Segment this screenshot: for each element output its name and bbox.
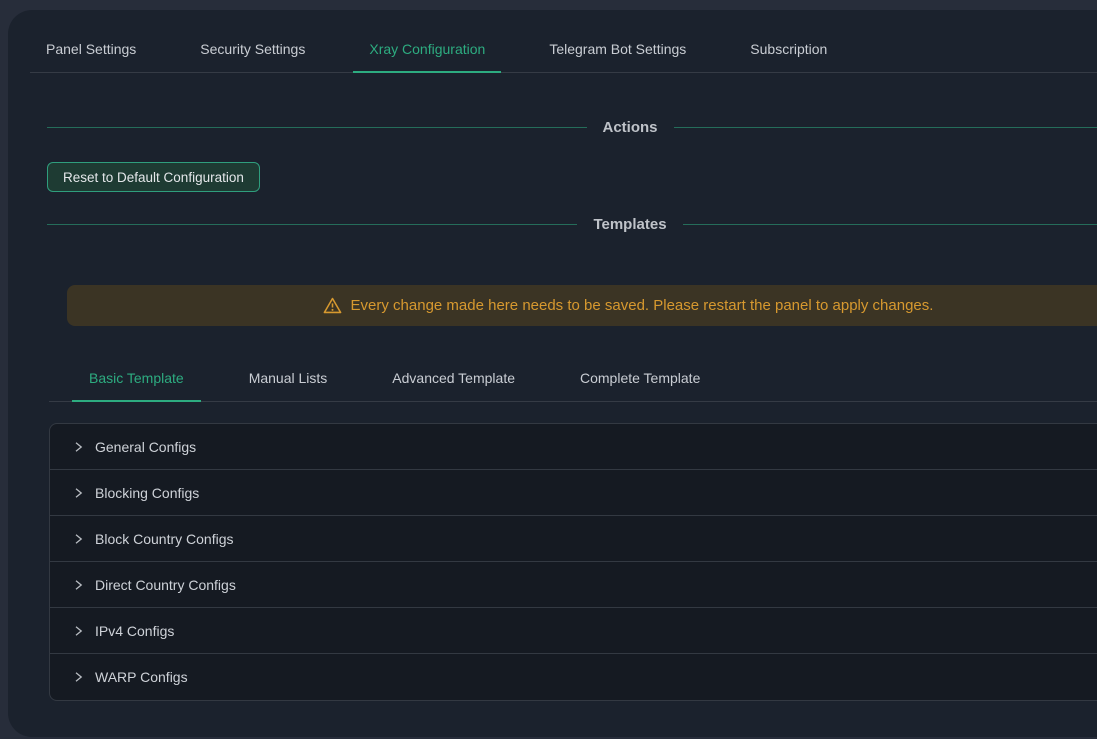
divider-line (47, 127, 587, 128)
chevron-right-icon (72, 671, 84, 683)
collapse-item-label: Blocking Configs (95, 485, 199, 501)
chevron-right-icon (72, 579, 84, 591)
collapse-item-block-country-configs[interactable]: Block Country Configs (50, 516, 1097, 562)
chevron-right-icon (72, 533, 84, 545)
tab-subscription[interactable]: Subscription (734, 10, 843, 72)
tab-security-settings[interactable]: Security Settings (184, 10, 321, 72)
warning-icon (323, 297, 342, 314)
templates-divider-title: Templates (593, 216, 666, 233)
warning-text: Every change made here needs to be saved… (351, 297, 934, 314)
tab-panel-settings[interactable]: Panel Settings (30, 10, 152, 72)
collapse-item-blocking-configs[interactable]: Blocking Configs (50, 470, 1097, 516)
collapse-item-direct-country-configs[interactable]: Direct Country Configs (50, 562, 1097, 608)
chevron-right-icon (72, 625, 84, 637)
tab-xray-configuration[interactable]: Xray Configuration (353, 10, 501, 72)
tab-telegram-bot-settings[interactable]: Telegram Bot Settings (533, 10, 702, 72)
settings-card: Panel Settings Security Settings Xray Co… (8, 10, 1097, 737)
tab-complete-template[interactable]: Complete Template (563, 362, 717, 401)
config-collapse-list: General Configs Blocking Configs Block C… (49, 423, 1097, 701)
template-tab-bar: Basic Template Manual Lists Advanced Tem… (49, 362, 1097, 402)
templates-divider: Templates (47, 215, 1097, 233)
tab-basic-template[interactable]: Basic Template (72, 362, 201, 401)
collapse-item-label: Direct Country Configs (95, 577, 236, 593)
actions-divider-title: Actions (603, 119, 658, 136)
divider-line (47, 224, 577, 225)
reset-default-configuration-button[interactable]: Reset to Default Configuration (47, 162, 260, 192)
chevron-right-icon (72, 441, 84, 453)
collapse-item-warp-configs[interactable]: WARP Configs (50, 654, 1097, 700)
collapse-item-label: IPv4 Configs (95, 623, 174, 639)
tab-advanced-template[interactable]: Advanced Template (375, 362, 532, 401)
restart-warning-alert: Every change made here needs to be saved… (67, 285, 1097, 326)
collapse-item-label: General Configs (95, 439, 196, 455)
collapse-item-general-configs[interactable]: General Configs (50, 424, 1097, 470)
divider-line (683, 224, 1097, 225)
collapse-item-label: WARP Configs (95, 669, 188, 685)
tab-manual-lists[interactable]: Manual Lists (232, 362, 345, 401)
xray-configuration-panel: Actions Reset to Default Configuration T… (47, 118, 1097, 701)
collapse-item-ipv4-configs[interactable]: IPv4 Configs (50, 608, 1097, 654)
collapse-item-label: Block Country Configs (95, 531, 234, 547)
actions-divider: Actions (47, 118, 1097, 136)
divider-line (674, 127, 1097, 128)
settings-tab-bar: Panel Settings Security Settings Xray Co… (30, 10, 1097, 73)
chevron-right-icon (72, 487, 84, 499)
